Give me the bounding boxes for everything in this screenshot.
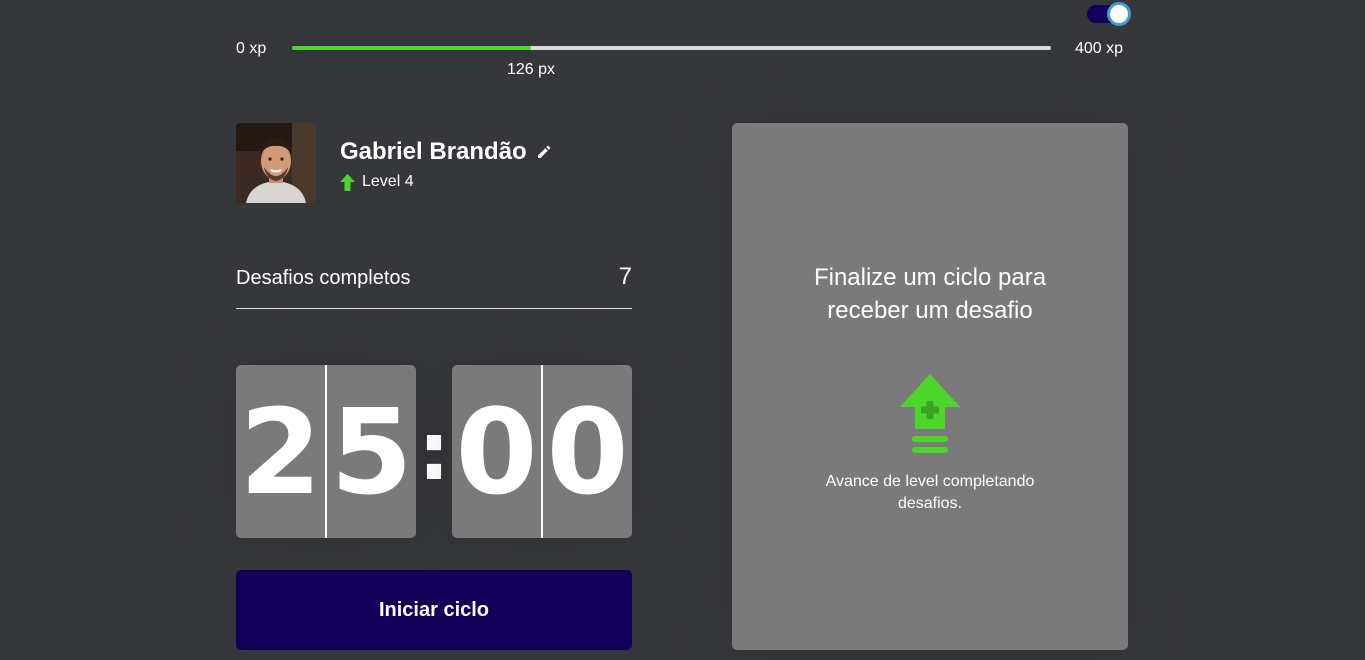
level-up-arrow-icon (340, 173, 355, 191)
start-cycle-button[interactable]: Iniciar ciclo (236, 570, 632, 650)
xp-max-label: 400 xp (1075, 40, 1124, 57)
countdown-second-left: 0 (452, 365, 543, 538)
xp-min-label: 0 xp (236, 40, 267, 57)
challenge-box-hint: Avance de level completando desafios. (825, 473, 1035, 512)
countdown-seconds: 0 0 (452, 365, 632, 538)
countdown-minute-left: 2 (236, 365, 327, 538)
xp-current-label: 126 px (507, 61, 556, 78)
pencil-icon[interactable] (537, 145, 551, 159)
experience-bar (292, 46, 1051, 50)
theme-toggle[interactable] (1087, 2, 1131, 26)
countdown-second-right: 0 (546, 382, 629, 521)
countdown-minutes: 2 5 (236, 365, 416, 538)
countdown-separator: : (418, 405, 450, 498)
level-row: Level 4 (340, 173, 414, 191)
challenge-box-title: Finalize um ciclo para receber um desafi… (813, 264, 1047, 324)
experience-bar-fill (292, 46, 532, 50)
profile-name: Gabriel Brandão (340, 138, 527, 165)
profile-name-row: Gabriel Brandão (340, 138, 551, 166)
avatar-photo (236, 123, 316, 203)
toggle-knob[interactable] (1107, 2, 1131, 26)
completed-challenges: Desafios completos 7 (236, 262, 632, 309)
countdown-minute-right: 5 (330, 382, 413, 521)
challenge-box: Finalize um ciclo para receber um desafi… (732, 123, 1128, 650)
avatar (236, 123, 316, 203)
level-label: Level 4 (362, 173, 414, 190)
level-up-icon (900, 374, 960, 455)
completed-challenges-count: 7 (618, 263, 632, 290)
completed-challenges-label: Desafios completos (236, 267, 411, 289)
